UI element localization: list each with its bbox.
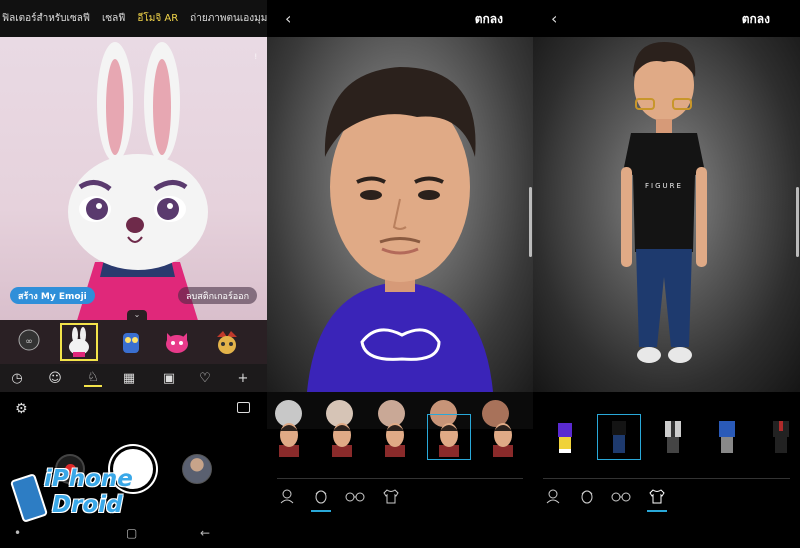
glasses-icon [345,492,365,502]
tab-glasses[interactable] [607,484,635,508]
outfit-option[interactable] [651,414,695,460]
tab-head[interactable] [539,484,567,508]
head-icon [546,489,560,504]
back-chevron-icon[interactable]: ‹ [285,9,291,28]
editor-tab-row [267,480,533,514]
rabbit-category-icon[interactable]: ♘ [84,369,102,387]
emoji-outfit-editor-panel: ‹ ตกลง FIGURE [533,0,800,548]
editor-tab-row [533,480,800,514]
shirt-icon [649,489,665,504]
divider [543,478,790,479]
rabbit-emoji-avatar [68,42,208,320]
tab-face[interactable] [307,484,335,512]
outfit-purple-top-icon [558,423,572,453]
sticker-category-bar: ◷ ☺ ♘ ▦ ▣ ♡ + [0,364,267,392]
create-my-emoji-button[interactable]: สร้าง My Emoji [10,287,95,304]
face-option-selected[interactable] [427,414,471,460]
tab-outfit[interactable] [643,484,671,512]
scrollbar[interactable] [796,187,799,257]
outfit-gray-jacket-icon [665,421,681,453]
face-thumb-icon [385,423,405,457]
settings-gear-icon[interactable]: ⚙ [15,401,28,417]
face-option[interactable] [320,414,364,460]
glasses-icon [611,492,631,502]
add-sticker-icon[interactable]: + [234,369,252,387]
face-thumb-icon [493,423,513,457]
nav-back-icon[interactable]: ← [200,526,210,540]
outfit-options-row [533,410,800,466]
mode-selfie[interactable]: เซลฟี [102,11,125,26]
face-thumb-icon [279,423,299,457]
tab-glasses[interactable] [341,484,369,508]
camera-preview: ᵎ สร้าง My Emoji ลบสติกเกอร์ออก [0,37,267,320]
head-icon [280,489,294,504]
rabbit-icon [69,327,89,357]
heart-category-icon[interactable]: ♡ [196,369,214,387]
remove-sticker-button[interactable]: ลบสติกเกอร์ออก [178,287,258,304]
back-chevron-icon[interactable]: ‹ [551,9,557,28]
outfit-option[interactable] [543,414,587,460]
camera-mode-bar: ฟิลเตอร์สำหรับเซลฟี เซลฟี อีโมจิ AR ถ่าย… [0,0,267,37]
blue-robot-icon [123,333,139,353]
face-thumb-icon [332,423,352,457]
watermark-line1: iPhone [44,466,133,492]
outfit-option-selected[interactable] [597,414,641,460]
shirt-print-text: FIGURE [645,182,683,190]
tray-collapse-chevron-icon[interactable]: ⌄ [127,310,147,320]
phone-logo-icon [9,473,49,523]
face-option[interactable] [267,414,311,460]
face-icon [315,490,327,504]
pattern-category-icon[interactable]: ▦ [120,369,138,387]
face-option[interactable] [481,414,525,460]
face-icon [581,490,593,504]
watermark-line2: Droid [52,492,123,518]
switch-camera-icon[interactable] [237,402,250,413]
scrollbar[interactable] [529,187,532,257]
tab-head[interactable] [273,484,301,508]
face-preview-stage [267,37,533,429]
outfit-black-tee-jeans-icon [612,421,626,453]
tab-face[interactable] [573,484,601,508]
mode-ar-emoji[interactable]: อีโมจิ AR [137,11,178,26]
watermark-logo: iPhone Droid [6,462,146,542]
divider [277,478,523,479]
tab-outfit[interactable] [377,484,405,508]
face-option[interactable] [373,414,417,460]
no-sticker-icon: ∞ [18,329,40,351]
recent-clock-icon[interactable]: ◷ [8,369,26,387]
ar-emoji-camera-panel: ฟิลเตอร์สำหรับเซลฟี เซลฟี อีโมจิ AR ถ่าย… [0,0,267,548]
jester-sticker-option[interactable] [208,323,246,361]
face-thumb-icon [439,423,459,457]
rabbit-sticker-option[interactable] [60,323,98,361]
outfit-blue-jacket-icon [719,421,735,453]
shirt-icon [383,489,399,504]
my-emoji-full-body-avatar [621,42,707,363]
gallery-thumbnail[interactable] [182,454,212,484]
my-emoji-face-avatar [307,67,493,392]
emoji-face-editor-panel: ‹ ตกลง [267,0,533,548]
svg-text:∞: ∞ [25,337,33,347]
outfit-option[interactable] [759,414,800,460]
outfit-option[interactable] [705,414,749,460]
my-emoji-face-icon[interactable]: ☺ [46,369,64,387]
outfit-suit-icon [773,421,789,453]
no-sticker-option[interactable]: ∞ [10,323,48,361]
sticker-tray: ∞ ⌄ [0,310,267,364]
face-options-row [267,410,533,466]
jester-mask-icon [217,331,237,354]
pink-cat-icon [166,333,188,353]
mode-selfie-filter[interactable]: ฟิลเตอร์สำหรับเซลฟี [2,11,90,26]
editor-header: ‹ ตกลง [267,0,533,37]
ok-button[interactable]: ตกลง [475,10,503,29]
ok-button[interactable]: ตกลง [742,10,770,29]
image-category-icon[interactable]: ▣ [160,369,178,387]
robot-sticker-option[interactable] [112,323,150,361]
editor-header: ‹ ตกลง [533,0,800,37]
mode-wide-selfie[interactable]: ถ่ายภาพตนเองมุมกว้าง [190,11,267,26]
cat-sticker-option[interactable] [158,323,196,361]
outfit-preview-stage: FIGURE [533,37,800,392]
